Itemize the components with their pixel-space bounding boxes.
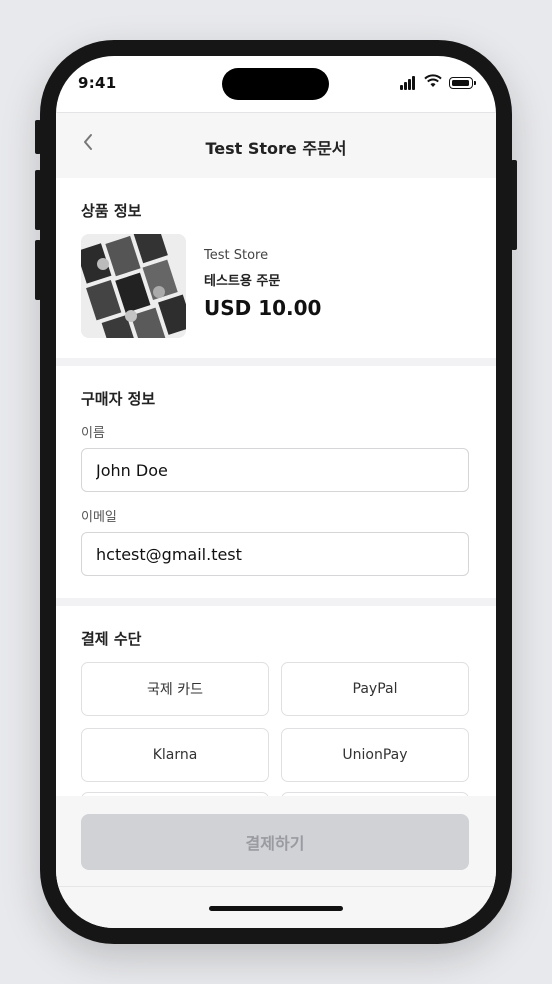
payment-method-paypal[interactable]: PayPal — [281, 662, 469, 716]
section-divider — [56, 598, 496, 606]
product-image — [81, 234, 186, 338]
signal-icon — [400, 76, 420, 90]
buyer-info-section: 구매자 정보 이름 이메일 — [56, 366, 496, 594]
home-indicator — [209, 906, 343, 911]
battery-icon — [449, 77, 476, 89]
name-label: 이름 — [81, 426, 105, 441]
phone-screen: 9:41 Test Store 주문서 상품 정보 Test Store 테스트… — [56, 56, 496, 928]
payment-method-unionpay[interactable]: UnionPay — [281, 728, 469, 782]
store-name: Test Store — [204, 248, 269, 263]
section-divider — [56, 358, 496, 366]
product-price: USD 10.00 — [204, 296, 322, 320]
buyer-section-title: 구매자 정보 — [81, 390, 156, 408]
status-time: 9:41 — [78, 74, 117, 92]
payment-section-title: 결제 수단 — [81, 630, 142, 648]
page-title: Test Store 주문서 — [205, 139, 347, 158]
payment-method-section: 결제 수단 국제 카드 PayPal Klarna UnionPay — [56, 606, 496, 846]
dynamic-island — [222, 68, 329, 100]
wifi-icon — [424, 74, 442, 92]
bottom-action-bar: 결제하기 — [56, 796, 496, 928]
name-input[interactable] — [81, 448, 469, 492]
pay-button[interactable]: 결제하기 — [81, 814, 469, 870]
divider — [56, 886, 496, 887]
product-info-section: 상품 정보 Test Store 테스트용 주문 USD 10.00 — [56, 178, 496, 358]
email-input[interactable] — [81, 532, 469, 576]
product-name: 테스트용 주문 — [204, 274, 281, 289]
email-label: 이메일 — [81, 510, 117, 525]
app-header: Test Store 주문서 — [56, 112, 496, 178]
payment-method-klarna[interactable]: Klarna — [81, 728, 269, 782]
payment-method-card[interactable]: 국제 카드 — [81, 662, 269, 716]
status-bar: 9:41 — [56, 56, 496, 112]
product-section-title: 상품 정보 — [81, 202, 142, 220]
